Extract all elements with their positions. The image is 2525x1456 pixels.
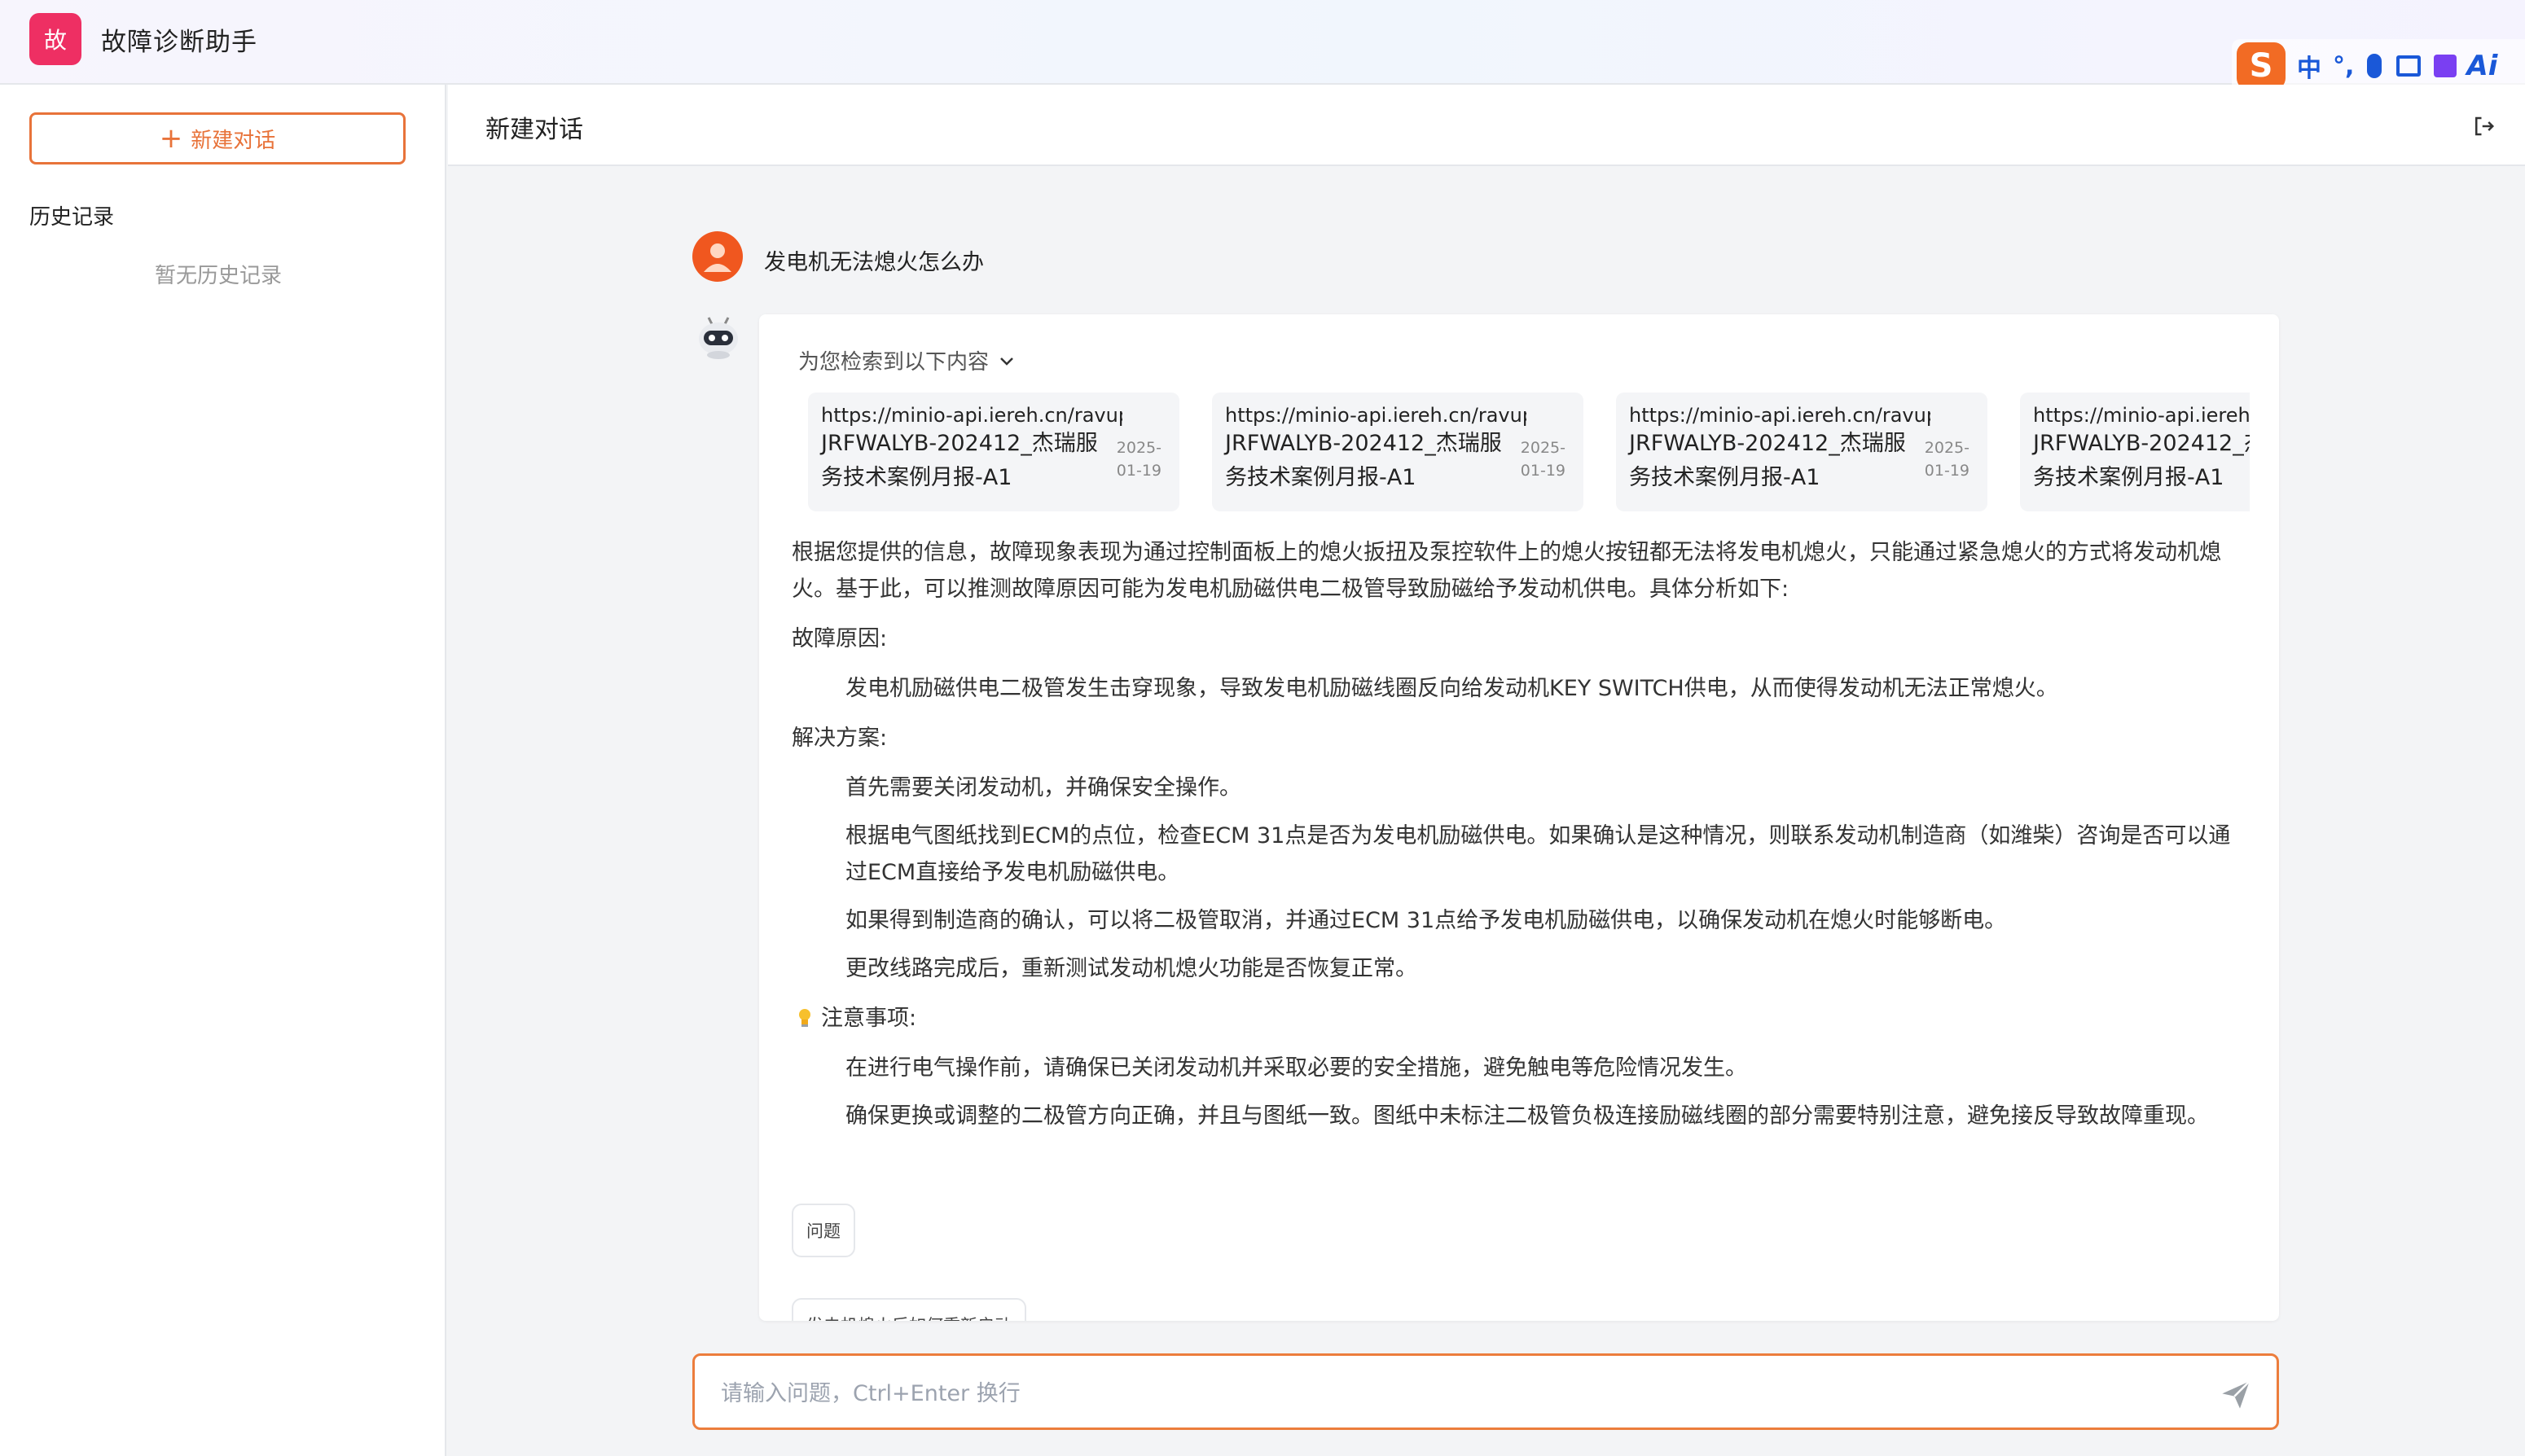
conversation-topbar: 新建对话 bbox=[448, 85, 2525, 166]
chat-input-box bbox=[692, 1353, 2279, 1430]
app-header: 故 故障诊断助手 S 中 °, Ai bbox=[0, 0, 2525, 93]
solution-item: 更改线路完成后，重新测试发动机熄火功能是否恢复正常。 bbox=[845, 956, 1417, 981]
chat-input[interactable] bbox=[719, 1375, 2185, 1411]
microphone-icon[interactable] bbox=[2367, 54, 2382, 78]
question-tag[interactable]: 问题 bbox=[792, 1204, 855, 1257]
reference-date-year: 2025- bbox=[1924, 439, 1970, 457]
conversation-title: 新建对话 bbox=[485, 116, 583, 144]
notes-label: 注意事项: bbox=[821, 1006, 917, 1031]
ime-punctuation-toggle[interactable]: °, bbox=[2333, 52, 2354, 81]
reference-url: https://minio-api.iereh bbox=[2033, 404, 2250, 427]
answer-intro: 根据您提供的信息，故障现象表现为通过控制面板上的熄火扳扭及泵控软件上的熄火按钮都… bbox=[792, 540, 2221, 602]
reference-date: 2025- 01-19 bbox=[1921, 436, 1970, 482]
notes-heading: 注意事项: bbox=[792, 1000, 2242, 1037]
reference-date: 2025- 01-19 bbox=[1113, 436, 1162, 482]
send-icon[interactable] bbox=[2220, 1379, 2252, 1411]
reference-date-day: 01-19 bbox=[1520, 462, 1566, 480]
lightbulb-icon bbox=[799, 1009, 810, 1027]
reference-url: https://minio-api.iereh.cn/ravup- bbox=[821, 404, 1122, 427]
bot-avatar-icon bbox=[699, 317, 738, 359]
solution-item: 根据电气图纸找到ECM的点位，检查ECM 31点是否为发电机励磁供电。如果确认是… bbox=[845, 823, 2231, 885]
reference-list: https://minio-api.iereh.cn/ravup- JRFWAL… bbox=[808, 393, 2250, 511]
reference-name: JRFWALYB-202412_杰瑞服务技术案例月报-A1 bbox=[821, 431, 1098, 490]
history-title: 历史记录 bbox=[29, 205, 115, 230]
reference-card[interactable]: https://minio-api.iereh.cn/ravup- JRFWAL… bbox=[808, 393, 1179, 511]
chevron-down-icon bbox=[1000, 357, 1013, 366]
reference-date: 2025- 01-19 bbox=[1517, 436, 1566, 482]
answer-body: 根据您提供的信息，故障现象表现为通过控制面板上的熄火扳扭及泵控软件上的熄火按钮都… bbox=[792, 534, 2242, 1134]
logout-icon[interactable] bbox=[2471, 114, 2496, 138]
suggested-question-button[interactable]: 发电机熄火后如何重新启动 bbox=[792, 1298, 1026, 1321]
note-item: 在进行电气操作前，请确保已关闭发动机并采取必要的安全措施，避免触电等危险情况发生… bbox=[845, 1055, 1747, 1081]
user-icon bbox=[704, 243, 731, 272]
solution-label: 解决方案: bbox=[792, 726, 888, 751]
reference-url: https://minio-api.iereh.cn/ravup- bbox=[1225, 404, 1526, 427]
reference-date-year: 2025- bbox=[1116, 439, 1162, 457]
reference-card[interactable]: https://minio-api.iereh.cn/ravup- JRFWAL… bbox=[1212, 393, 1583, 511]
user-question: 发电机无法熄火怎么办 bbox=[764, 250, 984, 275]
retrieved-toggle[interactable]: 为您检索到以下内容 bbox=[798, 345, 1017, 375]
reference-date-day: 01-19 bbox=[1924, 462, 1970, 480]
reference-name: JRFWALYB-202412_杰瑞服务技术案例月报-A1 bbox=[2033, 431, 2250, 490]
solution-item: 如果得到制造商的确认，可以将二极管取消，并通过ECM 31点给予发电机励磁供电，… bbox=[845, 908, 2007, 933]
sidebar: + 新建对话 历史记录 暂无历史记录 bbox=[0, 85, 446, 1456]
cause-text: 发电机励磁供电二极管发生击穿现象，导致发电机励磁线圈反向给发动机KEY SWIT… bbox=[845, 676, 2058, 701]
reference-name: JRFWALYB-202412_杰瑞服务技术案例月报-A1 bbox=[1225, 431, 1502, 490]
app-title: 故障诊断助手 bbox=[101, 28, 257, 57]
answer-card: 为您检索到以下内容 https://minio-api.iereh.cn/rav… bbox=[759, 314, 2279, 1321]
ime-ai-button[interactable]: Ai bbox=[2466, 50, 2497, 82]
solution-item: 首先需要关闭发动机，并确保安全操作。 bbox=[845, 775, 1241, 800]
retrieved-label: 为您检索到以下内容 bbox=[798, 350, 990, 375]
new-chat-button[interactable]: + 新建对话 bbox=[29, 112, 406, 164]
user-avatar bbox=[692, 231, 743, 282]
reference-card[interactable]: https://minio-api.iereh JRFWALYB-202412_… bbox=[2020, 393, 2250, 511]
reference-date-year: 2025- bbox=[1520, 439, 1566, 457]
reference-url: https://minio-api.iereh.cn/ravup- bbox=[1629, 404, 1930, 427]
reference-date-day: 01-19 bbox=[1116, 462, 1162, 480]
plus-icon: + bbox=[159, 122, 183, 155]
keyboard-icon[interactable] bbox=[2396, 55, 2422, 77]
app-logo: 故 bbox=[29, 13, 81, 65]
reference-name: JRFWALYB-202412_杰瑞服务技术案例月报-A1 bbox=[1629, 431, 1906, 490]
new-chat-label: 新建对话 bbox=[191, 128, 276, 153]
cause-label: 故障原因: bbox=[792, 626, 888, 651]
ime-language-toggle[interactable]: 中 bbox=[2297, 48, 2321, 84]
sogou-logo-icon[interactable]: S bbox=[2237, 42, 2286, 90]
skin-icon[interactable] bbox=[2434, 55, 2457, 77]
reference-card[interactable]: https://minio-api.iereh.cn/ravup- JRFWAL… bbox=[1616, 393, 1987, 511]
note-item: 确保更换或调整的二极管方向正确，并且与图纸一致。图纸中未标注二极管负极连接励磁线… bbox=[845, 1103, 2209, 1129]
history-empty-text: 暂无历史记录 bbox=[154, 264, 282, 288]
